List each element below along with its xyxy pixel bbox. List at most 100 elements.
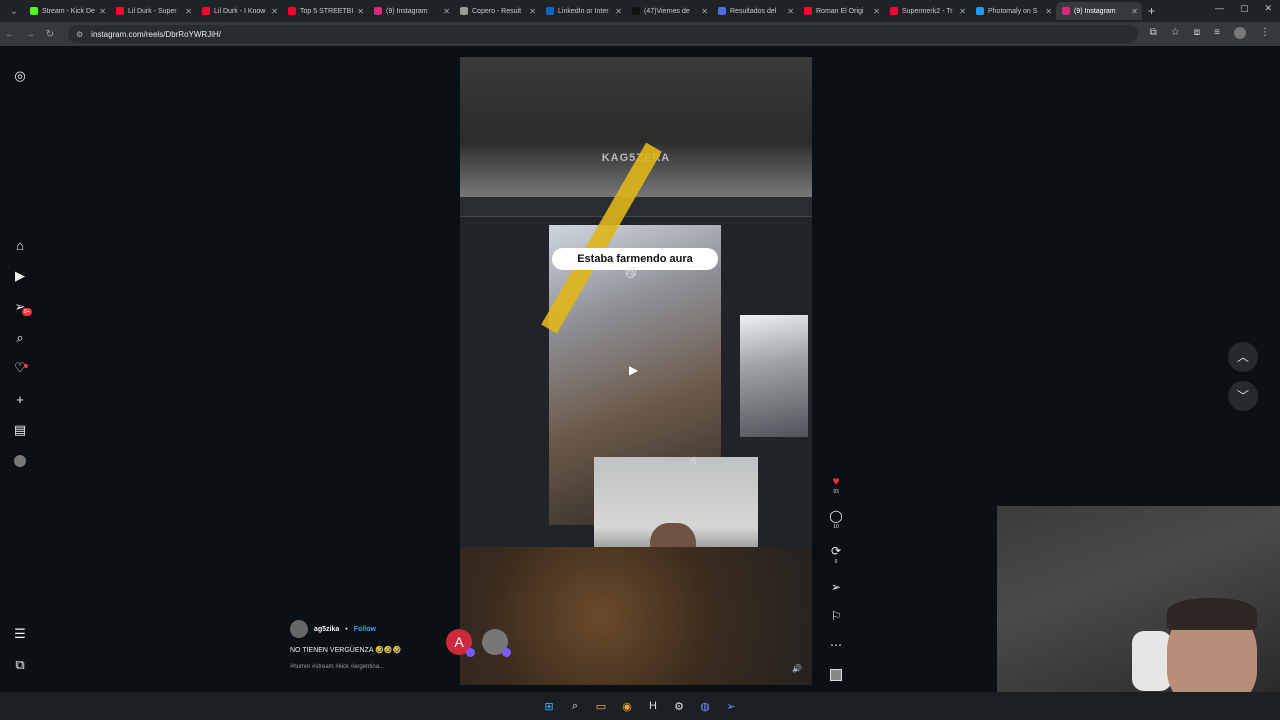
tab-close-icon[interactable]: ✕ — [1045, 7, 1052, 16]
chrome-icon[interactable]: ◉ — [620, 699, 634, 713]
share-action[interactable]: ➢ — [826, 580, 846, 594]
windows-start-icon[interactable]: ⊞ — [542, 699, 556, 713]
repost-action[interactable]: ⟳ 6 — [826, 544, 846, 565]
collaborator-avatar-a[interactable]: A — [446, 629, 475, 657]
install-app-icon[interactable]: ⧉ — [1150, 27, 1157, 39]
streamer-camera-overlay — [997, 506, 1280, 706]
browser-tab[interactable]: Resultados del ✕ — [712, 2, 798, 20]
volume-icon[interactable]: 🔊 — [792, 664, 802, 673]
author-username[interactable]: ag5zika — [314, 626, 339, 633]
tab-close-icon[interactable]: ✕ — [443, 7, 450, 16]
bookmark-star-icon[interactable]: ☆ — [1171, 27, 1180, 39]
tab-close-icon[interactable]: ✕ — [271, 7, 278, 16]
tab-close-icon[interactable]: ✕ — [787, 7, 794, 16]
original-audio-thumbnail[interactable] — [830, 669, 842, 681]
menu-icon[interactable]: ⋮ — [1260, 27, 1270, 39]
bookmark-icon[interactable]: ⚐ — [826, 609, 846, 623]
minimize-icon[interactable]: — — [1215, 3, 1224, 14]
author-separator: • — [345, 625, 348, 633]
tab-close-icon[interactable]: ✕ — [615, 7, 622, 16]
tab-close-icon[interactable]: ✕ — [185, 7, 192, 16]
reels-icon[interactable]: ▶ — [12, 268, 28, 284]
browser-tab-bar: ⌄ Stream - Kick De ✕ Lil Durk - Super ✕ Lil … — [0, 0, 1280, 22]
save-action[interactable]: ⚐ — [826, 609, 846, 623]
instagram-logo-icon[interactable]: ◎ — [12, 68, 28, 84]
tab-label: Lil Durk - Super — [128, 7, 177, 15]
browser-tab[interactable]: (47)Viernes de ✕ — [626, 2, 712, 20]
collaborator-avatar-b[interactable] — [482, 629, 511, 657]
tab-favicon-icon — [1062, 7, 1070, 15]
share-icon[interactable]: ➢ — [826, 580, 846, 594]
reload-icon[interactable]: ↻ — [40, 29, 60, 40]
browser-tab[interactable]: (9) Instagram ✕ — [368, 2, 454, 20]
tab-close-icon[interactable]: ✕ — [959, 7, 966, 16]
more-action[interactable]: ⋯ — [826, 638, 846, 652]
heart-filled-icon[interactable]: ♥ — [826, 474, 846, 488]
browser-tab[interactable]: (9) Instagram ✕ — [1056, 2, 1142, 20]
create-icon[interactable]: + — [12, 391, 28, 407]
tab-search-icon[interactable]: ⌄ — [4, 6, 24, 17]
close-window-icon[interactable]: ✕ — [1264, 3, 1272, 14]
tab-close-icon[interactable]: ✕ — [357, 7, 364, 16]
browser-tab[interactable]: Photomaly on S ✕ — [970, 2, 1056, 20]
comment-action[interactable]: ◯ 10 — [826, 509, 846, 530]
address-bar[interactable]: ⚙ instagram.com/reels/DbrRoYWRJiH/ — [68, 25, 1138, 43]
tab-favicon-icon — [374, 7, 382, 15]
browser-tab[interactable]: LinkedIn or Inter ✕ — [540, 2, 626, 20]
tab-close-icon[interactable]: ✕ — [873, 7, 880, 16]
reel-navigation: ︿ ﹀ — [1228, 342, 1258, 420]
follow-button[interactable]: Follow — [354, 626, 376, 633]
media-icon[interactable]: ≡ — [1214, 27, 1220, 39]
tab-close-icon[interactable]: ✕ — [701, 7, 708, 16]
home-icon[interactable]: ⌂ — [12, 237, 28, 253]
forward-icon[interactable]: → — [20, 29, 40, 40]
browser-tab[interactable]: Lil Durk - Super ✕ — [110, 2, 196, 20]
notifications-heart-icon[interactable]: ♡ — [12, 360, 28, 376]
tab-close-icon[interactable]: ✕ — [1131, 7, 1138, 16]
instagram-page: ◎ ⌂ ▶ ➢ 9+ ⌕ ♡ + ▤ ☰ ⧉ KAG5ZERA Estaba f… — [0, 46, 1280, 706]
browser-tab[interactable]: Roman El Origi ✕ — [798, 2, 884, 20]
dashboard-icon[interactable]: ▤ — [12, 422, 28, 438]
collaborator-avatars: A — [446, 629, 511, 657]
site-info-icon[interactable]: ⚙ — [76, 30, 83, 39]
tab-favicon-icon — [804, 7, 812, 15]
repost-icon[interactable]: ⟳ — [826, 544, 846, 558]
search-icon[interactable]: ⌕ — [12, 330, 28, 346]
new-tab-button[interactable]: + — [1148, 4, 1155, 18]
maximize-icon[interactable]: ▢ — [1240, 3, 1249, 14]
browser-tab[interactable]: Supermerk2 - Tr ✕ — [884, 2, 970, 20]
tab-favicon-icon — [976, 7, 984, 15]
profile-icon[interactable] — [12, 453, 28, 469]
settings-gear-icon[interactable]: ⚙ — [672, 699, 686, 713]
previous-reel-button[interactable]: ︿ — [1228, 342, 1258, 372]
browser-tab[interactable]: Stream - Kick De ✕ — [24, 2, 110, 20]
browser-tab[interactable]: Copero - Result ✕ — [454, 2, 540, 20]
tab-favicon-icon — [30, 7, 38, 15]
discord-icon[interactable]: ◍ — [698, 699, 712, 713]
more-menu-icon[interactable]: ☰ — [12, 626, 28, 642]
more-dots-icon[interactable]: ⋯ — [826, 638, 846, 652]
browser-tab[interactable]: Lil Durk - I Know ✕ — [196, 2, 282, 20]
reel-hashtags[interactable]: #humor #stream #kick #argentina... — [290, 664, 460, 670]
tab-close-icon[interactable]: ✕ — [529, 7, 536, 16]
window-controls: — ▢ ✕ — [1215, 3, 1272, 14]
meta-apps-icon[interactable]: ⧉ — [12, 657, 28, 673]
browser-tab[interactable]: Top 5 STREETBI ✕ — [282, 2, 368, 20]
tab-favicon-icon — [546, 7, 554, 15]
next-reel-button[interactable]: ﹀ — [1228, 381, 1258, 411]
back-icon[interactable]: ← — [0, 29, 20, 40]
h-app-icon[interactable]: H — [646, 699, 660, 713]
telegram-icon[interactable]: ➢ — [724, 699, 738, 713]
file-explorer-icon[interactable]: ▭ — [594, 699, 608, 713]
extensions-icon[interactable]: ⧈ — [1194, 27, 1200, 39]
tab-close-icon[interactable]: ✕ — [99, 7, 106, 16]
taskbar-search-icon[interactable]: ⌕ — [568, 699, 582, 713]
reel-video[interactable]: KAG5ZERA Estaba farmendo aura 😼 ▶ 🔊 — [460, 57, 812, 685]
verified-badge-icon — [466, 648, 475, 657]
mouse-cursor-icon: ☝ — [690, 456, 697, 467]
author-avatar[interactable] — [290, 620, 308, 638]
like-action[interactable]: ♥ 93 — [826, 474, 846, 495]
tab-favicon-icon — [632, 7, 640, 15]
comment-icon[interactable]: ◯ — [826, 509, 846, 523]
profile-avatar[interactable] — [1234, 27, 1246, 39]
